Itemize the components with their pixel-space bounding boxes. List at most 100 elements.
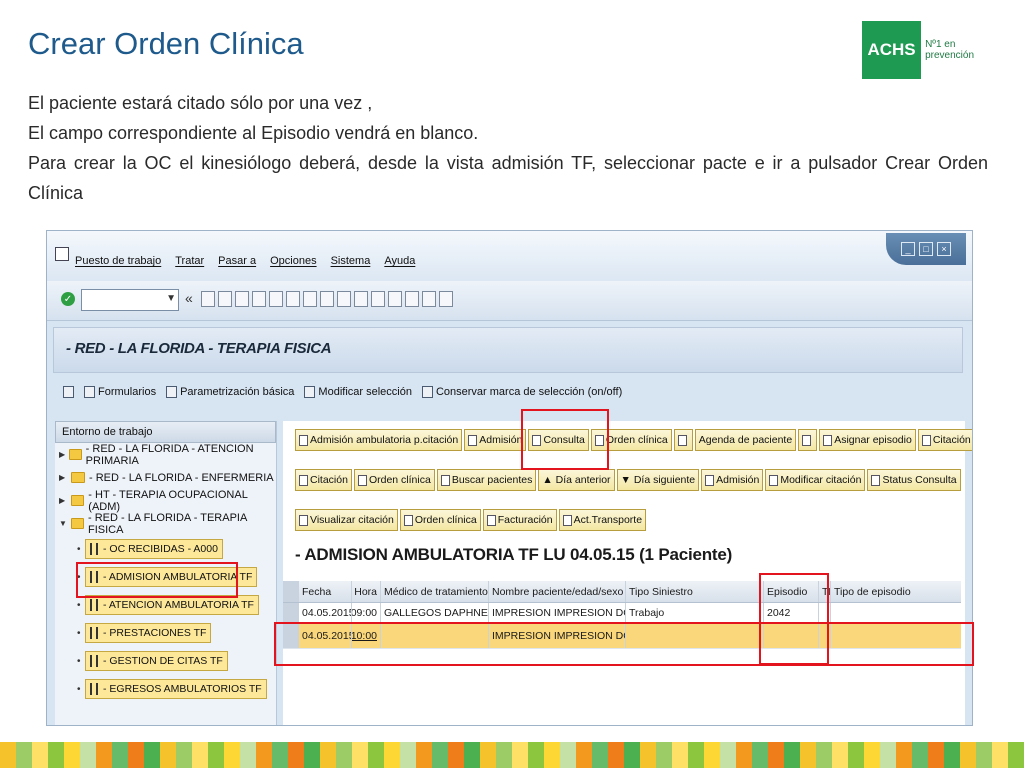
col-episodio[interactable]: Episodio [764, 581, 819, 602]
table-row-selected[interactable]: 04.05.2015 10:00 IMPRESION IMPRESION DOC… [283, 623, 961, 649]
menu-icon[interactable] [55, 247, 69, 261]
calendar-icon-button[interactable] [673, 429, 693, 451]
visualizar-citacion-button[interactable]: Visualizar citación [295, 509, 398, 531]
cell-episodio: 2042 [764, 603, 819, 622]
stripe-segment [64, 742, 80, 768]
row-selector[interactable] [283, 603, 299, 622]
stripe-segment [288, 742, 304, 768]
maximize-icon[interactable]: □ [919, 242, 933, 256]
orden-clinica-button-2[interactable]: Orden clínica [353, 469, 435, 491]
layout-icon[interactable] [439, 291, 453, 307]
admision-button-2[interactable]: Admisión [701, 469, 764, 491]
modify-selection-button[interactable]: Modificar selección [304, 386, 412, 398]
stripe-segment [496, 742, 512, 768]
admision-ambulatoria-button[interactable]: Admisión ambulatoria p.citación [295, 429, 463, 451]
menu-ayuda[interactable]: Ayuda [384, 255, 415, 267]
list-icon [90, 627, 98, 639]
stripe-segment [32, 742, 48, 768]
forms-button[interactable]: Formularios [84, 386, 156, 398]
tree-leaf[interactable]: • - GESTION DE CITAS TF [55, 647, 276, 675]
menu-tratar[interactable]: Tratar [175, 255, 204, 267]
status-consulta-button[interactable]: Status Consulta [867, 469, 961, 491]
stripe-segment [384, 742, 400, 768]
tree-leaf[interactable]: • - OC RECIBIDAS - A000 [55, 535, 276, 563]
col-te[interactable]: TE [819, 581, 831, 602]
cell-tipo-siniestro [626, 623, 764, 648]
next-page-icon[interactable] [354, 291, 368, 307]
menu-sistema[interactable]: Sistema [331, 255, 371, 267]
find-icon[interactable] [286, 291, 300, 307]
col-nombre[interactable]: Nombre paciente/edad/sexo [489, 581, 626, 602]
tree-folder[interactable]: ▶ - HT - TERAPIA OCUPACIONAL (ADM) [55, 489, 276, 513]
expand-icon[interactable]: ▶ [59, 496, 69, 505]
asignar-episodio-button[interactable]: Asignar episodio [819, 429, 916, 451]
exit-icon[interactable] [235, 291, 249, 307]
shortcut-icon[interactable] [405, 291, 419, 307]
tree-leaf[interactable]: • - EGRESOS AMBULATORIOS TF [55, 675, 276, 703]
menu-opciones[interactable]: Opciones [270, 255, 316, 267]
stripe-segment [720, 742, 736, 768]
back-arrow-icon[interactable] [218, 291, 232, 307]
col-hora[interactable]: Hora [352, 581, 381, 602]
last-page-icon[interactable] [371, 291, 385, 307]
stripe-segment [640, 742, 656, 768]
tree-leaf[interactable]: • - ATENCION AMBULATORIA TF [55, 591, 276, 619]
keep-selection-button[interactable]: Conservar marca de selección (on/off) [421, 386, 622, 398]
people-icon [769, 474, 779, 486]
prev-page-icon[interactable] [337, 291, 351, 307]
table-row[interactable]: 04.05.2015 09:00 GALLEGOS DAPHNE IMPRESI… [283, 603, 961, 623]
col-fecha[interactable]: Fecha [299, 581, 352, 602]
facturacion-button[interactable]: Facturación [482, 509, 557, 531]
orden-clinica-button[interactable]: Orden clínica [590, 429, 672, 451]
act-transporte-button[interactable]: Act.Transporte [558, 509, 647, 531]
agenda-paciente-button[interactable]: Agenda de paciente [694, 429, 797, 451]
new-session-icon[interactable] [388, 291, 402, 307]
col-tipo-siniestro[interactable]: Tipo Siniestro [626, 581, 764, 602]
dia-siguiente-button[interactable]: ▼ Día siguiente [616, 469, 700, 491]
basic-settings-button[interactable]: Parametrización básica [166, 386, 294, 398]
minimize-icon[interactable]: _ [901, 242, 915, 256]
admision-button[interactable]: Admisión [464, 429, 527, 451]
citacion-button[interactable]: Citación [917, 429, 972, 451]
row-selector[interactable] [283, 623, 299, 648]
link-icon-button[interactable] [798, 429, 818, 451]
find-next-icon[interactable] [303, 291, 317, 307]
modificar-citacion-button[interactable]: Modificar citación [765, 469, 866, 491]
menu-puesto-de-trabajo[interactable]: Puesto de trabajo [75, 255, 161, 267]
first-page-icon[interactable] [320, 291, 334, 307]
settings-icon [166, 386, 178, 398]
col-tipo-episodio[interactable]: Tipo de episodio [831, 581, 959, 602]
tree-folder[interactable]: ▶ - RED - LA FLORIDA - ATENCION PRIMARIA [55, 443, 276, 467]
tree-folder-expanded[interactable]: ▼ - RED - LA FLORIDA - TERAPIA FISICA [55, 512, 276, 536]
chevron-down-icon[interactable]: ▼ [166, 293, 176, 304]
back-icon[interactable]: « [185, 290, 193, 306]
tree-leaf[interactable]: • - PRESTACIONES TF [55, 619, 276, 647]
print-icon[interactable] [269, 291, 283, 307]
expand-icon[interactable]: ▶ [59, 473, 69, 482]
stripe-segment [864, 742, 880, 768]
col-medico[interactable]: Médico de tratamiento [381, 581, 489, 602]
expand-icon[interactable]: ▶ [59, 450, 67, 459]
help-icon[interactable] [422, 291, 436, 307]
save-icon[interactable] [201, 291, 215, 307]
buscar-pacientes-button[interactable]: Buscar pacientes [436, 469, 537, 491]
layout-toggle-button[interactable] [63, 386, 74, 398]
tree-folder[interactable]: ▶ - RED - LA FLORIDA - ENFERMERIA [55, 466, 276, 489]
form-icon [84, 386, 95, 398]
tree-leaf-admision[interactable]: • - ADMISION AMBULATORIA TF [55, 563, 276, 591]
consulta-button[interactable]: Consulta [528, 429, 589, 451]
enter-check-icon[interactable]: ✓ [61, 292, 75, 306]
stripe-segment [800, 742, 816, 768]
command-field[interactable]: ▼ [81, 289, 179, 311]
stripe-segment [352, 742, 368, 768]
assign-icon [823, 434, 833, 446]
select-all-icon[interactable] [283, 581, 299, 602]
citacion-button-2[interactable]: Citación [295, 469, 352, 491]
dia-anterior-button[interactable]: ▲ Día anterior [538, 469, 615, 491]
close-icon[interactable]: × [937, 242, 951, 256]
cancel-icon[interactable] [252, 291, 266, 307]
cell-hora-link[interactable]: 10:00 [352, 623, 381, 648]
collapse-icon[interactable]: ▼ [59, 519, 69, 528]
menu-pasar-a[interactable]: Pasar a [218, 255, 256, 267]
orden-clinica-button-3[interactable]: Orden clínica [399, 509, 481, 531]
